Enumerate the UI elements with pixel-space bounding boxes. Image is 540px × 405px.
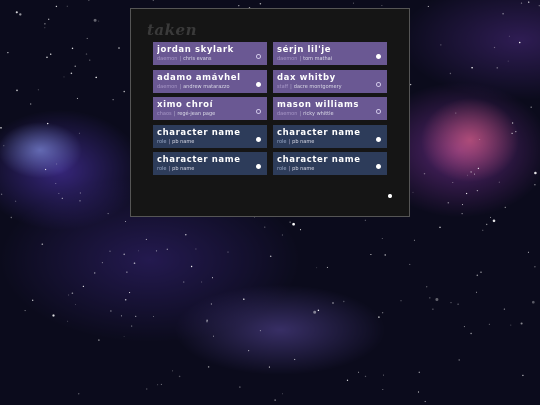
character-pb: chris evans bbox=[183, 56, 212, 62]
character-card[interactable]: mason williams daemon | ricky whittle bbox=[273, 97, 387, 120]
character-name: sérjn lil'je bbox=[277, 45, 332, 55]
character-role: daemon bbox=[277, 111, 298, 117]
character-name: character name bbox=[277, 127, 361, 138]
character-role: daemon bbox=[277, 56, 298, 62]
character-pb: pb name bbox=[292, 166, 315, 172]
panel-title: taken bbox=[147, 21, 197, 39]
status-dot-icon bbox=[376, 54, 381, 59]
status-dot-icon bbox=[256, 109, 261, 114]
character-card[interactable]: character name role | pb name bbox=[273, 124, 387, 148]
character-meta: role | pb name bbox=[157, 166, 263, 173]
character-card[interactable]: dax whitby staff | dacre montgomery bbox=[273, 69, 387, 93]
status-dot-icon bbox=[256, 81, 261, 87]
character-card[interactable]: adamo amávhel daemon | andrew matarazzo bbox=[153, 69, 267, 93]
character-name: mason williams bbox=[277, 100, 360, 110]
character-card[interactable]: sérjn lil'je daemon | tom mathai bbox=[273, 42, 387, 65]
character-role: staff bbox=[277, 83, 289, 90]
meta-separator: | bbox=[290, 83, 292, 90]
character-meta: staff | dacre montgomery bbox=[277, 84, 383, 91]
character-name: ximo chroí bbox=[157, 100, 214, 110]
meta-separator: | bbox=[288, 138, 291, 145]
character-name: dax whitby bbox=[277, 72, 336, 83]
character-role: daemon bbox=[157, 56, 178, 62]
meta-separator: | bbox=[299, 111, 302, 117]
meta-separator: | bbox=[288, 166, 291, 172]
character-meta: daemon | ricky whittle bbox=[277, 111, 383, 118]
character-role: role bbox=[157, 166, 167, 172]
character-role: role bbox=[157, 138, 167, 145]
character-pb: andrew matarazzo bbox=[183, 83, 230, 90]
status-dot-icon bbox=[256, 164, 261, 169]
meta-separator: | bbox=[179, 83, 182, 90]
character-meta: daemon | tom mathai bbox=[277, 56, 383, 63]
character-meta: chaos | regé-jean page bbox=[157, 111, 263, 118]
character-pb: ricky whittle bbox=[303, 111, 334, 117]
character-pb: pb name bbox=[292, 138, 315, 145]
character-card[interactable]: character name role | pb name bbox=[273, 152, 387, 175]
character-pb: regé-jean page bbox=[177, 111, 216, 117]
character-meta: role | pb name bbox=[157, 139, 263, 146]
status-dot-icon bbox=[376, 136, 381, 142]
character-role: chaos bbox=[157, 111, 172, 117]
character-meta: daemon | andrew matarazzo bbox=[157, 84, 263, 91]
meta-separator: | bbox=[168, 138, 171, 145]
character-pb: pb name bbox=[172, 138, 195, 145]
character-card[interactable]: ximo chroí chaos | regé-jean page bbox=[153, 97, 267, 120]
character-card[interactable]: character name role | pb name bbox=[153, 124, 267, 148]
character-name: character name bbox=[157, 155, 241, 165]
character-name: character name bbox=[157, 127, 241, 138]
character-card[interactable]: jordan skylark daemon | chris evans bbox=[153, 42, 267, 65]
character-pb: pb name bbox=[172, 166, 195, 172]
pagination-dot[interactable] bbox=[388, 194, 392, 198]
character-name: jordan skylark bbox=[157, 45, 234, 55]
character-role: role bbox=[277, 166, 287, 172]
meta-separator: | bbox=[173, 111, 176, 117]
status-dot-icon bbox=[376, 81, 381, 87]
meta-separator: | bbox=[299, 56, 302, 62]
character-meta: daemon | chris evans bbox=[157, 56, 263, 63]
meta-separator: | bbox=[179, 56, 182, 62]
status-dot-icon bbox=[376, 109, 381, 114]
status-dot-icon bbox=[256, 136, 261, 142]
status-dot-icon bbox=[256, 54, 261, 59]
character-pb: tom mathai bbox=[303, 56, 333, 62]
character-role: role bbox=[277, 138, 287, 145]
character-pb: dacre montgomery bbox=[293, 83, 342, 90]
character-meta: role | pb name bbox=[277, 166, 383, 173]
status-dot-icon bbox=[376, 164, 381, 169]
character-role: daemon bbox=[157, 83, 178, 90]
meta-separator: | bbox=[168, 166, 171, 172]
character-meta: role | pb name bbox=[277, 139, 383, 146]
character-card[interactable]: character name role | pb name bbox=[153, 152, 267, 175]
character-name: character name bbox=[277, 155, 361, 165]
taken-panel: taken jordan skylark daemon | chris evans sé… bbox=[130, 8, 410, 217]
character-name: adamo amávhel bbox=[157, 72, 241, 83]
